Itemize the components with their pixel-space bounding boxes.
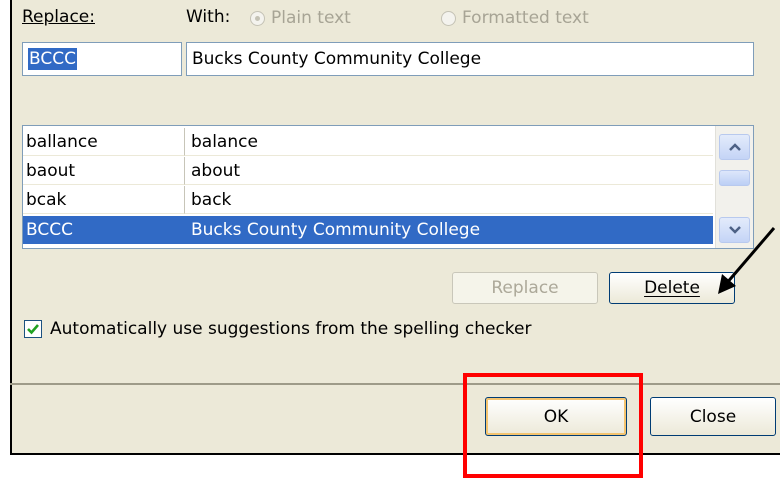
entry-with: back — [185, 186, 713, 214]
radio-circle-icon — [441, 10, 456, 26]
replace-label: Replace: — [22, 7, 95, 27]
close-button-label: Close — [689, 406, 737, 427]
arrow-icon — [718, 227, 776, 294]
entry-with: about — [185, 157, 713, 185]
formatted-text-radio[interactable]: Formatted text — [441, 8, 589, 28]
entry-with: Bucks County Community College — [185, 216, 713, 244]
plain-text-radio[interactable]: Plain text — [250, 8, 351, 28]
with-input-value: Bucks County Community College — [192, 49, 482, 69]
entry-replace: bcak — [23, 186, 185, 214]
footer-divider — [10, 383, 780, 385]
radio-dot-icon — [250, 10, 265, 26]
plain-text-label: Plain text — [271, 8, 351, 28]
list-item[interactable]: baout about — [23, 157, 713, 185]
entry-with: balance — [185, 128, 713, 156]
with-label-text: With: — [186, 7, 231, 27]
list-item-selected[interactable]: BCCC Bucks County Community College — [23, 216, 713, 244]
formatted-text-label: Formatted text — [462, 8, 589, 28]
scroll-thumb[interactable] — [719, 170, 750, 186]
entry-replace: baout — [23, 157, 185, 185]
with-label: With: — [186, 7, 230, 27]
close-button[interactable]: Close — [650, 397, 776, 436]
list-item[interactable]: ballance balance — [23, 128, 713, 156]
entry-replace: ballance — [23, 128, 185, 156]
entry-replace: BCCC — [23, 216, 185, 244]
spelling-suggestions-text: Automatically use suggestions from the s… — [50, 319, 532, 339]
scroll-up-button[interactable] — [719, 134, 750, 160]
replace-label-text: Replace: — [22, 7, 95, 27]
spelling-suggestions-label: Automatically use suggestions from the s… — [50, 319, 532, 339]
spelling-suggestions-checkbox[interactable] — [24, 320, 42, 338]
replace-input[interactable]: BCCC — [22, 42, 182, 76]
replace-button[interactable]: Replace — [452, 272, 598, 304]
replace-input-value: BCCC — [28, 48, 77, 70]
list-item[interactable]: bcak back — [23, 186, 713, 214]
check-icon — [27, 324, 39, 335]
highlight-box — [463, 373, 643, 478]
delete-button-label: Delete — [644, 278, 700, 298]
chevron-up-icon — [728, 143, 741, 151]
replace-button-label: Replace — [491, 278, 559, 298]
with-input[interactable]: Bucks County Community College — [186, 42, 754, 76]
autocorrect-entries-list[interactable]: ballance balance baout about bcak back B… — [22, 125, 754, 249]
